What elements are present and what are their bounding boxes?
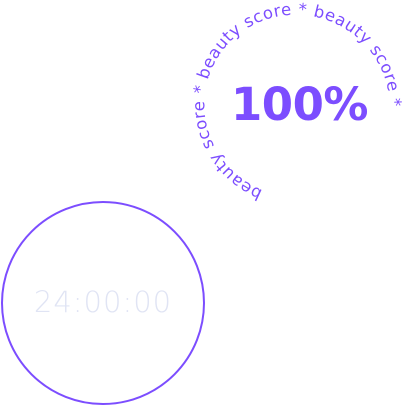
timer-value: 24:00:00 xyxy=(33,285,173,319)
beauty-score-value: 100% xyxy=(230,78,369,131)
countdown-timer: 24:00:00 xyxy=(1,201,205,405)
beauty-score-badge: beauty score * beauty score * beauty sco… xyxy=(189,0,406,212)
